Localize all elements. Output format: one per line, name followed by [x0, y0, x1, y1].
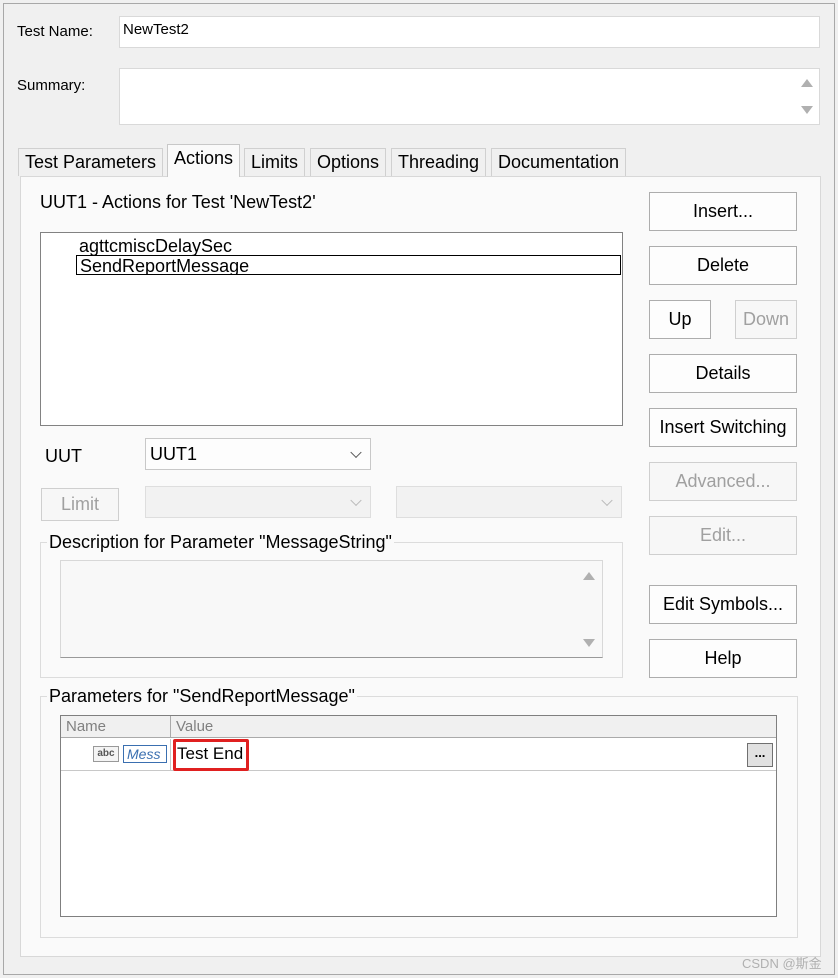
chevron-down-icon	[601, 494, 613, 507]
name-cell: abc Mess	[61, 739, 171, 770]
parameter-value[interactable]: Test End	[177, 744, 243, 764]
delete-button[interactable]: Delete	[649, 246, 797, 285]
parameters-title: Parameters for "SendReportMessage"	[47, 686, 357, 707]
table-row[interactable]: abc Mess Test End ...	[61, 739, 776, 771]
limit-button[interactable]: Limit	[41, 488, 119, 521]
edit-symbols-button[interactable]: Edit Symbols...	[649, 585, 797, 624]
string-type-icon: abc	[93, 746, 119, 762]
uut-label: UUT	[45, 446, 82, 466]
watermark: CSDN @斯金	[742, 956, 822, 971]
uut-select[interactable]: UUT1	[145, 438, 371, 470]
tab-documentation[interactable]: Documentation	[491, 148, 627, 176]
scroll-up-icon[interactable]	[583, 572, 595, 580]
tab-limits[interactable]: Limits	[244, 148, 306, 176]
summary-textarea[interactable]	[119, 68, 820, 125]
limit-select-2[interactable]	[396, 486, 622, 518]
chevron-down-icon	[350, 446, 362, 459]
tab-test-parameters[interactable]: Test Parameters	[18, 148, 164, 176]
parameter-name: Mess	[123, 745, 167, 763]
scroll-up-icon[interactable]	[801, 79, 813, 87]
column-header-name[interactable]: Name	[61, 716, 171, 738]
help-button[interactable]: Help	[649, 639, 797, 678]
advanced-button[interactable]: Advanced...	[649, 462, 797, 501]
list-item-selected[interactable]: SendReportMessage	[76, 255, 621, 275]
chevron-down-icon	[350, 494, 362, 507]
column-header-value[interactable]: Value	[171, 716, 776, 738]
down-button[interactable]: Down	[735, 300, 797, 339]
summary-label: Summary:	[17, 77, 86, 94]
limit-select-1[interactable]	[145, 486, 371, 518]
edit-button[interactable]: Edit...	[649, 516, 797, 555]
tab-options[interactable]: Options	[310, 148, 387, 176]
parameters-grid[interactable]: Name Value abc Mess Test End ...	[60, 715, 777, 917]
actions-list[interactable]: agttcmiscDelaySec SendReportMessage	[40, 232, 623, 426]
insert-switching-button[interactable]: Insert Switching	[649, 408, 797, 447]
insert-button[interactable]: Insert...	[649, 192, 797, 231]
actions-heading: UUT1 - Actions for Test 'NewTest2'	[40, 192, 316, 212]
tab-actions[interactable]: Actions	[167, 144, 241, 177]
details-button[interactable]: Details	[649, 354, 797, 393]
scroll-down-icon[interactable]	[801, 106, 813, 114]
summary-scrollbar[interactable]	[796, 70, 818, 123]
description-title: Description for Parameter "MessageString…	[47, 532, 394, 553]
up-button[interactable]: Up	[649, 300, 711, 339]
browse-button[interactable]: ...	[747, 743, 773, 767]
test-name-label: Test Name:	[17, 23, 93, 40]
list-item[interactable]: agttcmiscDelaySec	[79, 236, 232, 256]
description-textarea[interactable]	[60, 560, 603, 658]
description-scrollbar[interactable]	[578, 562, 600, 656]
scroll-down-icon[interactable]	[583, 639, 595, 647]
test-name-input[interactable]: NewTest2	[119, 16, 820, 48]
tab-threading[interactable]: Threading	[391, 148, 487, 176]
uut-select-value: UUT1	[150, 443, 198, 464]
